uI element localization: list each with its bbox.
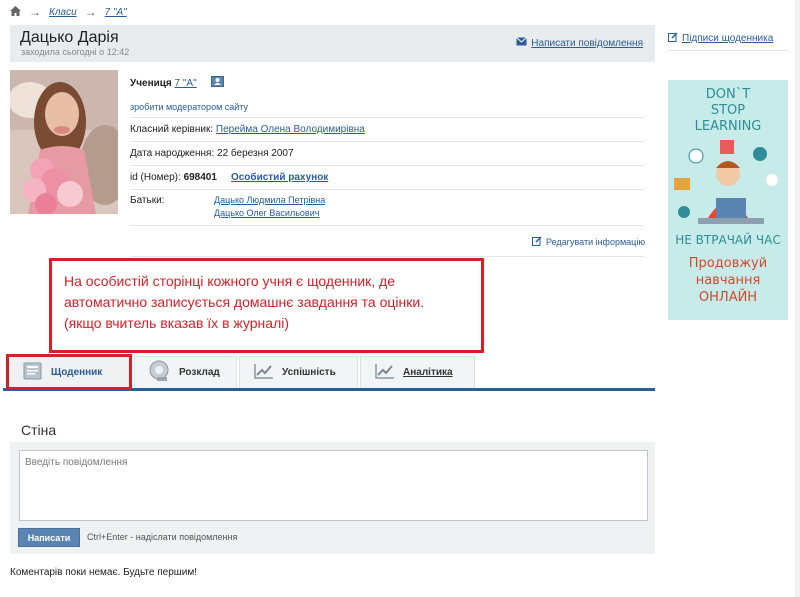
last-seen: заходила сьогодні о 12:42	[21, 47, 130, 57]
envelope-icon	[516, 37, 528, 49]
edit-icon	[668, 32, 678, 45]
chart-icon	[254, 363, 274, 382]
arrow-right-icon: →	[84, 5, 97, 19]
teacher-row: Класний керівник: Перейма Олена Володими…	[130, 118, 644, 142]
ad-line: НЕ ВТРАЧАЙ ЧАС	[675, 233, 781, 247]
role-label: Учениця	[130, 77, 172, 89]
tab-diary-label: Щоденник	[51, 366, 103, 378]
tab-analytics-label: Аналітика	[403, 367, 453, 378]
send-message-link[interactable]: Написати повідомлення	[516, 37, 643, 49]
clock-icon	[149, 360, 171, 385]
callout-line: На особистій сторінці кожного учня є щод…	[64, 273, 396, 289]
arrow-right-icon: →	[29, 5, 41, 19]
diary-signatures-link[interactable]: Підписи щоденника	[668, 32, 773, 45]
scrollbar[interactable]	[795, 0, 800, 597]
ad-banner[interactable]: DON`T STOP LEARNING НЕ ВТРАЧАЙ ЧАС Продо…	[668, 80, 788, 320]
callout-line: автоматично записується домашнє завдання…	[64, 294, 425, 310]
edit-info-link[interactable]: Редагувати інформацію	[532, 236, 645, 248]
parents-label: Батьки:	[130, 195, 165, 206]
teacher-label: Класний керівник:	[130, 124, 214, 135]
divider	[668, 50, 788, 51]
ad-illustration	[668, 138, 788, 235]
tab-schedule-label: Розклад	[179, 367, 220, 378]
teacher-link[interactable]: Перейма Олена Володимирівна	[216, 124, 365, 135]
chart-icon	[375, 363, 395, 382]
page-title: Дацько Дарія	[20, 29, 119, 46]
annotation-callout: На особистій сторінці кожного учня є щод…	[49, 258, 484, 353]
ad-line: ОНЛАЙН	[698, 290, 758, 305]
message-input[interactable]	[19, 450, 648, 521]
callout-line: (якщо вчитель вказав їх в журналі)	[64, 315, 290, 331]
send-button[interactable]: Написати	[18, 528, 80, 547]
id-value: 698401	[183, 172, 217, 183]
birth-date: 22 березня 2007	[217, 148, 294, 159]
diary-signatures-label: Підписи щоденника	[682, 33, 774, 44]
breadcrumb-class[interactable]: 7 "А"	[105, 7, 127, 18]
role-row: Учениця 7 "А"	[130, 70, 644, 96]
id-row: id (Номер): 698401 Особистий рахунок	[130, 166, 644, 190]
parent-link[interactable]: Дацько Людмила Петрівна	[214, 195, 325, 205]
moderator-row: зробити модератором сайту	[130, 96, 644, 118]
no-comments-text: Коментарів поки немає. Будьте першим!	[10, 567, 198, 578]
wall-form: Написати Ctrl+Enter - надіслати повідомл…	[10, 442, 655, 554]
profile-tabs: Щоденник Розклад Успішність Аналітика	[3, 354, 655, 391]
tab-analytics[interactable]: Аналітика	[360, 356, 475, 388]
ad-line: STOP	[710, 103, 746, 118]
ad-line: Продовжуй	[688, 256, 768, 271]
tab-progress-label: Успішність	[282, 367, 336, 378]
edit-info-label: Редагувати інформацію	[546, 237, 646, 247]
tab-progress[interactable]: Успішність	[239, 356, 358, 388]
id-label: id (Номер):	[130, 172, 181, 183]
ad-line: DON`T	[705, 87, 751, 102]
make-moderator-link[interactable]: зробити модератором сайту	[130, 102, 248, 112]
parent-link[interactable]: Дацько Олег Васильович	[214, 208, 325, 218]
tab-diary[interactable]: Щоденник	[6, 354, 132, 390]
divider	[130, 256, 644, 257]
student-photo	[10, 70, 118, 214]
birth-row: Дата народження: 22 березня 2007	[130, 142, 644, 166]
send-hint: Ctrl+Enter - надіслати повідомлення	[87, 532, 238, 542]
tab-schedule[interactable]: Розклад	[134, 356, 237, 388]
breadcrumb: → Класи → 7 "А"	[10, 5, 127, 19]
ad-line: навчання	[695, 273, 761, 288]
book-icon	[23, 362, 43, 383]
parents-row: Батьки: Дацько Людмила Петрівна Дацько О…	[130, 190, 644, 226]
id-card-icon[interactable]	[210, 76, 224, 90]
birth-label: Дата народження:	[130, 148, 215, 159]
breadcrumb-classes[interactable]: Класи	[49, 7, 77, 18]
send-message-label: Написати повідомлення	[531, 37, 643, 49]
edit-icon	[532, 236, 542, 248]
account-link[interactable]: Особистий рахунок	[231, 172, 328, 183]
wall-title: Стіна	[21, 422, 57, 438]
ad-line: LEARNING	[694, 119, 762, 134]
class-link[interactable]: 7 "А"	[175, 78, 197, 89]
home-icon[interactable]	[10, 5, 21, 19]
profile-header: Дацько Дарія заходила сьогодні о 12:42 Н…	[10, 25, 655, 62]
